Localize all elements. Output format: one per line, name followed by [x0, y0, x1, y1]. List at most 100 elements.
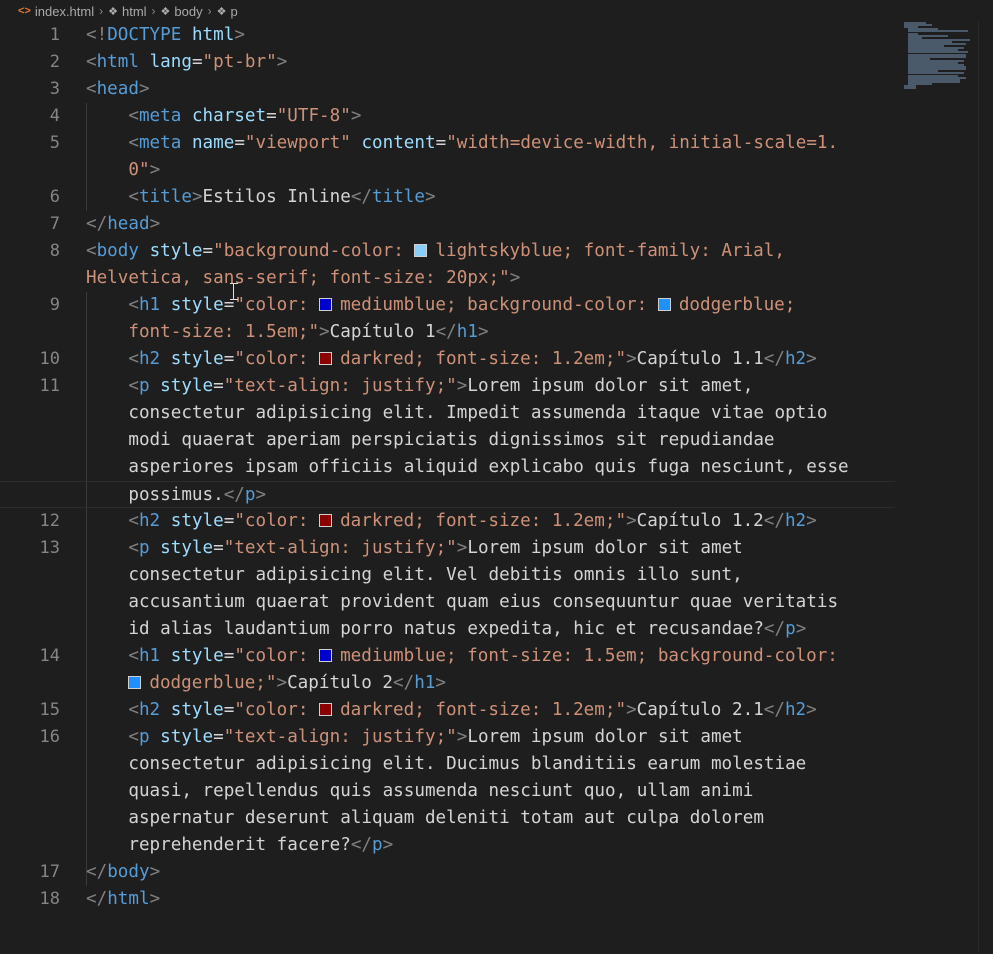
color-swatch[interactable]	[128, 676, 142, 689]
code-token: h2	[138, 511, 161, 531]
code-token: <	[128, 133, 139, 153]
code-line[interactable]: accusantium quaerat provident quam eius …	[0, 589, 900, 616]
code-line[interactable]: 16 <p style="text-align: justify;">Lorem…	[0, 724, 900, 751]
code-line[interactable]: quasi, repellendus quis assumenda nesciu…	[0, 778, 900, 805]
line-number: 12	[39, 511, 60, 531]
code-line[interactable]: 5 <meta name="viewport" content="width=d…	[0, 130, 900, 157]
code-token: =	[191, 52, 203, 72]
code-text: <p style="text-align: justify;">Lorem ip…	[86, 535, 742, 562]
code-line[interactable]: 10 <h2 style="color: darkred; font-size:…	[0, 346, 900, 373]
code-token: title	[372, 187, 425, 207]
code-line[interactable]: 9 <h1 style="color: mediumblue; backgrou…	[0, 292, 900, 319]
code-line[interactable]: font-size: 1.5em;">Capítulo 1</h1>	[0, 319, 900, 346]
code-line[interactable]: 13 <p style="text-align: justify;">Lorem…	[0, 535, 900, 562]
code-line[interactable]: 2 <html lang="pt-br">	[0, 49, 900, 76]
code-line[interactable]: 18 </html>	[0, 886, 900, 913]
color-swatch[interactable]	[319, 649, 333, 662]
code-line[interactable]: 17 </body>	[0, 859, 900, 886]
color-swatch[interactable]	[414, 244, 428, 257]
code-line[interactable]: 14 <h1 style="color: mediumblue; font-si…	[0, 643, 900, 670]
breadcrumb-item-p[interactable]: ❖ p	[217, 4, 238, 19]
code-line[interactable]: 0">	[0, 157, 900, 184]
code-token: >	[456, 538, 468, 558]
code-token: consectetur adipisicing elit. Ducimus bl…	[86, 754, 807, 774]
code-line[interactable]: 3 <head>	[0, 76, 900, 103]
code-token: quasi, repellendus quis assumenda nesciu…	[86, 781, 754, 801]
code-text: consectetur adipisicing elit. Ducimus bl…	[86, 751, 806, 778]
code-line[interactable]: dodgerblue;">Capítulo 2</h1>	[0, 670, 900, 697]
code-line[interactable]: 8 <body style="background-color: lightsky…	[0, 238, 900, 265]
code-text: <body style="background-color: lightskyb…	[86, 238, 785, 265]
code-line[interactable]: reprehenderit facere?</p>	[0, 832, 900, 859]
line-number: 11	[39, 376, 60, 396]
code-token: >	[435, 673, 446, 693]
code-text: accusantium quaerat provident quam eius …	[86, 589, 838, 616]
code-line[interactable]: consectetur adipisicing elit. Ducimus bl…	[0, 751, 900, 778]
code-line[interactable]: 7 </head>	[0, 211, 900, 238]
code-token: >	[255, 485, 267, 505]
code-line[interactable]: modi quaerat aperiam perspiciatis dignis…	[0, 427, 900, 454]
code-line[interactable]: 6 <title>Estilos Inline</title>	[0, 184, 900, 211]
code-text: id alias laudantium porro natus expedita…	[86, 616, 806, 643]
breadcrumb: <> index.html › ❖ html › ❖ body › ❖ p	[0, 0, 993, 22]
code-line[interactable]: 4 <meta charset="UTF-8">	[0, 103, 900, 130]
code-line[interactable]: Helvetica, sans-serif; font-size: 20px;"…	[0, 265, 900, 292]
code-text: <h2 style="color: darkred; font-size: 1.…	[86, 346, 816, 373]
code-token: lightskyblue; font-family: Arial,	[435, 241, 785, 261]
code-token: accusantium quaerat provident quam eius …	[86, 592, 839, 612]
element-cube-icon: ❖	[108, 5, 118, 18]
code-line[interactable]: asperiores ipsam officiis aliquid explic…	[0, 454, 900, 481]
code-token: <	[128, 295, 139, 315]
code-text: </html>	[86, 886, 160, 913]
code-token: =	[213, 538, 224, 558]
code-token: head	[96, 79, 139, 99]
code-token: charset	[191, 106, 267, 126]
line-number: 10	[39, 349, 60, 369]
code-token: content	[361, 133, 436, 153]
line-number: 13	[39, 538, 60, 558]
code-text: <p style="text-align: justify;">Lorem ip…	[86, 724, 742, 751]
code-line[interactable]: consectetur adipisicing elit. Vel debiti…	[0, 562, 900, 589]
code-line[interactable]: aspernatur deserunt aliquam deleniti tot…	[0, 805, 900, 832]
code-token: </	[393, 673, 415, 693]
code-text: aspernatur deserunt aliquam deleniti tot…	[86, 805, 764, 832]
code-token: darkred; font-size: 1.2em;"	[340, 700, 627, 720]
breadcrumb-item-file[interactable]: <> index.html	[18, 4, 94, 19]
code-token: head	[107, 214, 150, 234]
code-text: asperiores ipsam officiis aliquid explic…	[86, 454, 848, 481]
code-line[interactable]: 11 <p style="text-align: justify;">Lorem…	[0, 373, 900, 400]
code-line[interactable]: 1 <!DOCTYPE html>	[0, 22, 900, 49]
breadcrumb-label: html	[121, 3, 147, 19]
color-swatch[interactable]	[657, 298, 671, 311]
code-text: <h1 style="color: mediumblue; font-size:…	[86, 643, 838, 670]
vertical-scrollbar[interactable]	[978, 22, 979, 952]
breadcrumb-item-body[interactable]: ❖ body	[161, 4, 203, 19]
code-token: consectetur adipisicing elit. Impedit as…	[86, 403, 828, 423]
code-line[interactable]: consectetur adipisicing elit. Impedit as…	[0, 400, 900, 427]
code-token: Estilos Inline	[202, 187, 351, 207]
code-token: h2	[138, 349, 161, 369]
code-token: Capítulo 2.1	[636, 700, 764, 720]
code-line[interactable]: id alias laudantium porro natus expedita…	[0, 616, 900, 643]
color-swatch[interactable]	[319, 703, 333, 716]
code-line[interactable]: 12 <h2 style="color: darkred; font-size:…	[0, 508, 900, 535]
code-editor[interactable]: 1 <!DOCTYPE html> 2 <html lang="pt-br"> 3 <he…	[0, 22, 900, 952]
code-text: <title>Estilos Inline</title>	[86, 184, 435, 211]
code-token: >	[626, 349, 637, 369]
code-token: >	[456, 376, 468, 396]
code-token: style	[149, 241, 203, 261]
breadcrumb-item-html[interactable]: ❖ html	[108, 4, 146, 19]
color-swatch[interactable]	[319, 352, 333, 365]
code-token: </	[763, 619, 786, 639]
minimap[interactable]	[902, 22, 984, 90]
code-token: aspernatur deserunt aliquam deleniti tot…	[86, 808, 764, 828]
color-swatch[interactable]	[319, 298, 333, 311]
code-line[interactable]: possimus.</p>	[0, 481, 895, 508]
code-line[interactable]: 15 <h2 style="color: darkred; font-size:…	[0, 697, 900, 724]
color-swatch[interactable]	[319, 514, 333, 527]
